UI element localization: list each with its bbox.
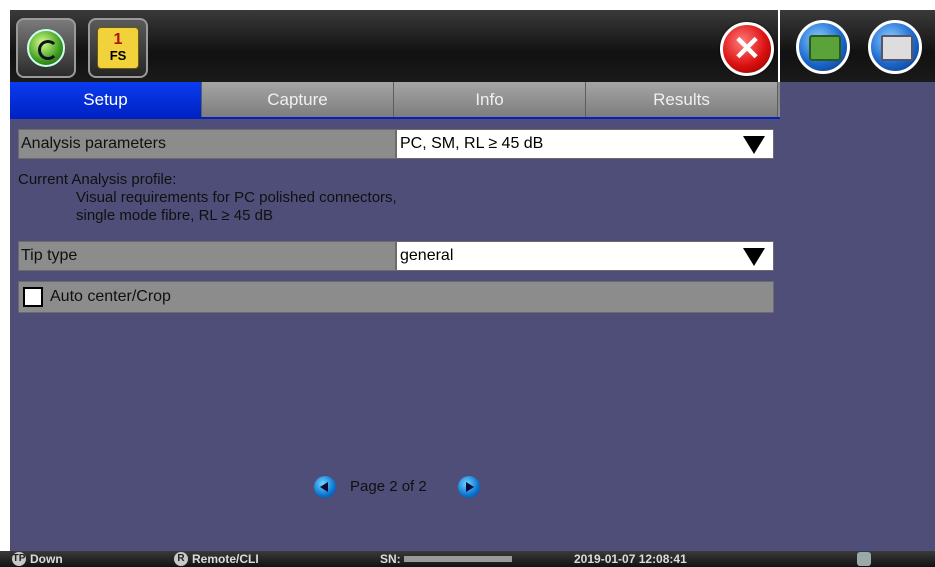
export-button[interactable]: [868, 20, 922, 74]
tip-type-value: general: [400, 247, 454, 264]
tp-status-icon: TP: [12, 552, 26, 566]
remote-status-text: Remote/CLI: [192, 552, 259, 566]
next-page-button[interactable]: [458, 476, 480, 498]
analysis-parameters-dropdown[interactable]: PC, SM, RL ≥ 45 dB: [396, 129, 774, 159]
analysis-parameters-label: Analysis parameters: [18, 129, 396, 159]
tab-setup[interactable]: Setup: [10, 82, 202, 117]
export-icon: [881, 35, 913, 61]
status-indicator-icon: [857, 552, 871, 566]
profile-heading: Current Analysis profile:: [18, 171, 177, 188]
fiberscope-home-icon: [27, 29, 65, 67]
profile-line-1: Visual requirements for PC polished conn…: [76, 189, 397, 206]
serial-number-redacted: [404, 556, 512, 562]
date-time: 2019-01-07 12:08:41: [574, 552, 687, 566]
page-indicator: Page 2 of 2: [350, 478, 427, 495]
tp-status-text: Down: [30, 552, 63, 566]
save-icon: [809, 35, 841, 61]
analysis-parameters-value: PC, SM, RL ≥ 45 dB: [400, 135, 544, 152]
right-side-panel: [780, 10, 935, 551]
dropdown-arrow-icon: [743, 248, 765, 266]
tab-info[interactable]: Info: [394, 82, 586, 117]
auto-center-crop-row[interactable]: Auto center/Crop: [18, 281, 774, 313]
profile-line-2: single mode fibre, RL ≥ 45 dB: [76, 207, 273, 224]
save-button[interactable]: [796, 20, 850, 74]
tip-type-label: Tip type: [18, 241, 396, 271]
serial-number-label: SN:: [380, 552, 401, 566]
right-toolbar: [780, 10, 935, 82]
top-toolbar: 1 FS ✕: [10, 10, 778, 82]
auto-center-crop-checkbox[interactable]: [23, 287, 43, 307]
setup-panel: Analysis parameters PC, SM, RL ≥ 45 dB C…: [10, 119, 780, 551]
home-button[interactable]: [16, 18, 76, 78]
fiberscope-mode-button[interactable]: 1 FS: [88, 18, 148, 78]
prev-page-icon: [320, 482, 328, 492]
close-button[interactable]: ✕: [720, 22, 774, 76]
app-screen: 1 FS ✕ Setup Capture Info Results Analys…: [0, 0, 935, 567]
tab-results[interactable]: Results: [586, 82, 778, 117]
fs-number: 1: [113, 31, 123, 48]
tab-capture[interactable]: Capture: [202, 82, 394, 117]
analysis-profile-description: Current Analysis profile: Visual require…: [18, 171, 758, 225]
close-x-icon: ✕: [732, 30, 762, 68]
status-bar: TP Down R Remote/CLI SN: 2019-01-07 12:0…: [0, 551, 935, 567]
remote-status-icon: R: [174, 552, 188, 566]
tip-type-dropdown[interactable]: general: [396, 241, 774, 271]
next-page-icon: [466, 482, 474, 492]
fs-badge: 1 FS: [97, 27, 139, 69]
pager: Page 2 of 2: [310, 474, 510, 500]
prev-page-button[interactable]: [314, 476, 336, 498]
tab-bar: Setup Capture Info Results: [10, 82, 780, 120]
auto-center-crop-label: Auto center/Crop: [50, 288, 171, 305]
fs-label: FS: [109, 48, 127, 63]
dropdown-arrow-icon: [743, 136, 765, 154]
